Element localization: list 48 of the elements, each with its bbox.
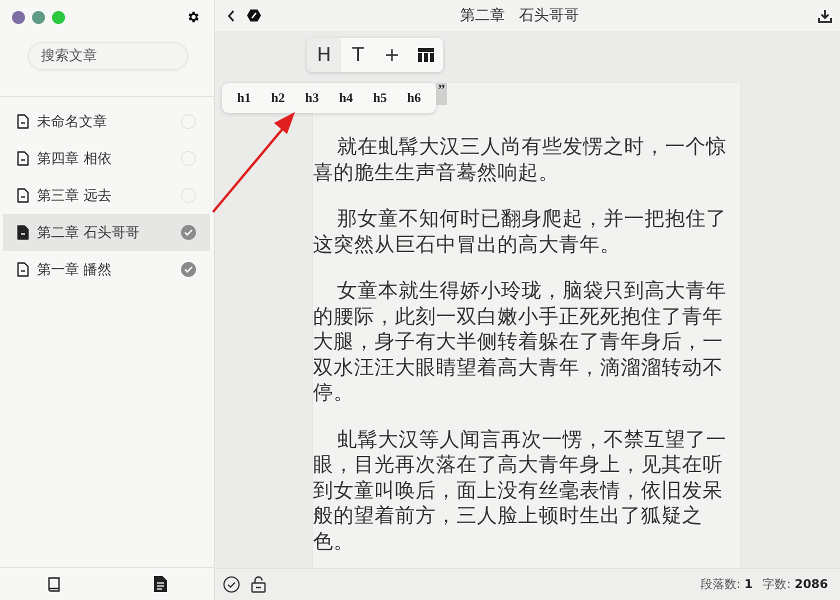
- article-title: 第一章 皤然: [37, 260, 112, 278]
- search-field[interactable]: 搜索文章: [28, 42, 188, 70]
- document-icon[interactable]: [154, 576, 168, 592]
- paragraph: 虬髯大汉等人闻言再次一愣，不禁互望了一眼，目光再次落在了高大青年身上，见其在听到女童叫唤后，面上没有丝毫表情，依旧发呆般的望着前方，三人脸上顿时生出了狐疑之色。: [313, 426, 728, 554]
- document-icon: [17, 151, 29, 166]
- back-icon[interactable]: [227, 10, 235, 22]
- document-icon: [17, 114, 29, 129]
- article-title: 第四章 相依: [37, 150, 112, 168]
- article-item[interactable]: 第二章 石头哥哥: [3, 214, 210, 251]
- word-count: 字数: 2086: [762, 576, 828, 593]
- logo-icon[interactable]: [247, 9, 261, 22]
- document-icon: [17, 225, 29, 240]
- document-title: 第二章: [460, 6, 505, 25]
- article-item[interactable]: 第一章 皤然: [3, 251, 210, 288]
- paragraph-count: 段落数: 1: [700, 576, 753, 593]
- heading-option[interactable]: h6: [397, 83, 431, 113]
- document-title: 石头哥哥: [519, 6, 579, 25]
- table-icon: [418, 48, 434, 62]
- format-button[interactable]: H: [307, 38, 341, 72]
- quote-mark: ”: [436, 83, 447, 105]
- check-circle-icon[interactable]: [223, 576, 240, 593]
- window-control-dot[interactable]: [12, 10, 25, 24]
- book-icon[interactable]: [46, 576, 61, 592]
- document-icon: [17, 188, 29, 203]
- paragraph: 那女童不知何时已翻身爬起，并一把抱住了这突然从巨石中冒出的高大青年。: [313, 206, 728, 257]
- article-item[interactable]: 第四章 相依: [3, 140, 210, 177]
- settings-icon[interactable]: [186, 10, 200, 24]
- window-control-dot[interactable]: [52, 10, 65, 24]
- article-item[interactable]: 未命名文章: [3, 103, 210, 140]
- format-button[interactable]: +: [375, 38, 409, 72]
- check-circle-icon[interactable]: [181, 262, 196, 277]
- article-item[interactable]: 第三章 远去: [3, 177, 210, 214]
- window-control-dot[interactable]: [32, 10, 45, 24]
- paragraph: 女童本就生得娇小玲珑，脑袋只到高大青年的腰际，此刻一双白嫩小手正死死抱住了青年大腿，身子有大半侧转着躲在了青年身后，一双水汪汪大眼睛望着高大青年，滴溜溜转动不停。: [313, 278, 728, 406]
- heading-option[interactable]: h3: [295, 83, 329, 113]
- article-title: 第二章 石头哥哥: [37, 224, 140, 242]
- format-button[interactable]: T: [341, 38, 375, 72]
- heading-option[interactable]: h4: [329, 83, 363, 113]
- paragraph: 就在虬髯大汉三人尚有些发愣之时，一个惊喜的脆生生声音蓦然响起。: [313, 134, 728, 185]
- article-title: 第三章 远去: [37, 186, 112, 204]
- download-icon[interactable]: [818, 8, 832, 22]
- unlock-icon[interactable]: [250, 576, 267, 593]
- heading-option[interactable]: h5: [363, 83, 397, 113]
- document-icon: [17, 262, 29, 277]
- heading-option[interactable]: h2: [261, 83, 295, 113]
- check-circle-icon[interactable]: [181, 225, 196, 240]
- article-title: 未命名文章: [37, 112, 108, 130]
- heading-option[interactable]: h1: [227, 83, 261, 113]
